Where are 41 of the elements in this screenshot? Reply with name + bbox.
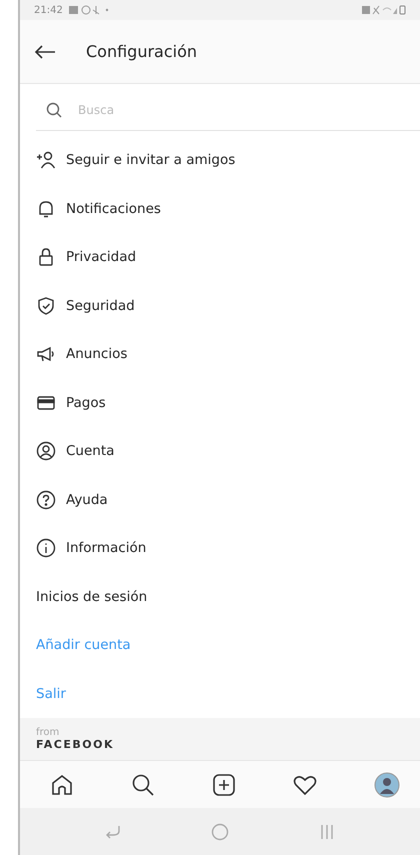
question-icon	[36, 490, 56, 510]
menu-item[interactable]: Ayuda	[20, 476, 420, 524]
menu-label: Pagos	[66, 394, 106, 411]
search-field[interactable]: Busca	[36, 90, 420, 131]
menu-label: Seguridad	[66, 298, 135, 314]
page-title: Configuración	[86, 42, 198, 61]
home-icon[interactable]	[50, 772, 74, 796]
menu-item[interactable]: Notificaciones	[20, 184, 420, 233]
menu-item[interactable]: Información	[20, 524, 420, 572]
menu-item[interactable]: Anuncios	[20, 330, 420, 378]
notification-icons	[68, 5, 109, 15]
shield-check-icon	[36, 296, 56, 316]
menu-item[interactable]: Cuenta	[20, 427, 420, 476]
menu-label: Seguir e invitar a amigos	[66, 152, 236, 168]
add-person-icon	[36, 150, 56, 170]
menu-item[interactable]: Inicios de sesión	[20, 572, 420, 621]
menu-item[interactable]: Seguridad	[20, 282, 420, 330]
menu-label: Notificaciones	[66, 200, 161, 217]
search-icon	[46, 102, 62, 118]
menu-label: Inicios de sesión	[36, 588, 148, 605]
add-post-icon[interactable]	[212, 772, 236, 796]
menu-label: Añadir cuenta	[36, 637, 131, 654]
info-icon	[36, 538, 56, 558]
menu-label: Información	[66, 540, 146, 556]
status-time: 21:42	[34, 4, 63, 16]
footer-from: from	[36, 727, 60, 738]
menu-item[interactable]: Seguir e invitar a amigos	[20, 136, 420, 184]
person-circle-icon	[36, 441, 56, 462]
heart-icon[interactable]	[293, 774, 317, 796]
profile-avatar[interactable]	[374, 772, 400, 798]
footer-brand: FACEBOOK	[36, 738, 115, 751]
menu-item[interactable]: Pagos	[20, 378, 420, 427]
system-status-icons	[362, 5, 406, 15]
menu-label: Ayuda	[66, 492, 108, 508]
search-icon[interactable]	[131, 772, 155, 796]
menu-label: Salir	[36, 686, 66, 702]
menu-label: Anuncios	[66, 346, 128, 362]
menu-item[interactable]: Privacidad	[20, 233, 420, 282]
menu-label: Privacidad	[66, 249, 136, 266]
back-arrow-icon[interactable]	[34, 44, 56, 60]
menu-label: Cuenta	[66, 443, 114, 460]
